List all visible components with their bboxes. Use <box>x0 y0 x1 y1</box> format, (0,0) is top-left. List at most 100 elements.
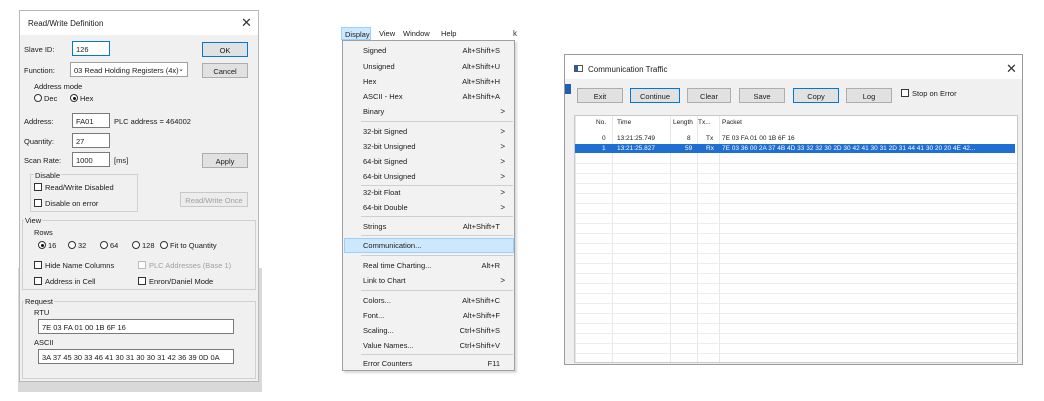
table-row[interactable]: 0 13:21:25.749 8 Tx 7E 03 FA 01 00 1B 6F… <box>575 134 1015 143</box>
close-icon[interactable]: ✕ <box>1006 61 1017 77</box>
log-button[interactable]: Log <box>846 88 892 103</box>
menu-window[interactable]: Window <box>403 29 430 38</box>
slave-id-input[interactable]: 126 <box>72 41 110 56</box>
row-no: 1 <box>602 145 606 152</box>
menu-item-scaling[interactable]: Scaling... Ctrl+Shift+S <box>343 323 514 337</box>
menu-item-shortcut: Alt+Shift+T <box>462 222 500 231</box>
column-header-direction[interactable]: Tx... <box>698 119 711 126</box>
column-header-time[interactable]: Time <box>617 119 631 126</box>
menu-item-label: ASCII - Hex <box>363 92 403 101</box>
menu-item-label: Link to Chart <box>363 276 406 285</box>
dec-radio[interactable]: Dec <box>34 94 57 103</box>
radio-icon <box>160 241 168 249</box>
rows-fit-label: Fit to Quantity <box>170 241 217 250</box>
read-write-once-button[interactable]: Read/Write Once <box>180 192 248 207</box>
grid-line <box>719 116 720 362</box>
continue-button[interactable]: Continue <box>630 88 680 103</box>
menu-item-ascii-hex[interactable]: ASCII - Hex Alt+Shift+A <box>343 89 514 103</box>
grid-line <box>575 243 1017 244</box>
menu-separator <box>361 235 513 236</box>
menu-item-value-names[interactable]: Value Names... Ctrl+Shift+V <box>343 338 514 352</box>
clear-button[interactable]: Clear <box>687 88 731 103</box>
menu-item-hex[interactable]: Hex Alt+Shift+H <box>343 74 514 88</box>
menu-view[interactable]: View <box>379 29 395 38</box>
copy-button[interactable]: Copy <box>793 88 839 103</box>
exit-button[interactable]: Exit <box>577 88 623 103</box>
menu-help[interactable]: Help <box>441 29 456 38</box>
menu-item-link-to-chart[interactable]: Link to Chart > <box>343 273 514 287</box>
address-input[interactable]: FA01 <box>72 113 110 128</box>
menu-item-label: Colors... <box>363 296 391 305</box>
close-icon[interactable]: ✕ <box>241 15 252 31</box>
ok-button[interactable]: OK <box>202 42 248 57</box>
menu-item-realtime-charting[interactable]: Real time Charting... Alt+R <box>343 258 514 272</box>
menu-item-error-counters[interactable]: Error Counters F11 <box>343 356 514 370</box>
menu-item-unsigned[interactable]: Unsigned Alt+Shift+U <box>343 59 514 73</box>
grid-line <box>575 283 1017 284</box>
enron-checkbox[interactable]: Enron/Daniel Mode <box>138 277 213 286</box>
table-row-selected[interactable]: 1 13:21:25.827 59 Rx 7E 03 36 00 2A 37 4… <box>575 144 1015 153</box>
apply-button[interactable]: Apply <box>202 153 248 168</box>
ascii-field[interactable]: 3A 37 45 30 33 46 41 30 31 30 30 31 42 3… <box>38 349 234 364</box>
rtu-field[interactable]: 7E 03 FA 01 00 1B 6F 16 <box>38 319 234 334</box>
checkbox-icon <box>34 183 42 191</box>
radio-icon <box>100 241 108 249</box>
row-direction: Tx <box>706 135 714 142</box>
checkbox-icon <box>138 261 146 269</box>
menu-item-64bit-signed[interactable]: 64-bit Signed > <box>343 154 514 168</box>
menu-item-label: Strings <box>363 222 387 231</box>
window-title-bar[interactable]: Communication Traffic ✕ <box>565 55 1022 79</box>
function-select[interactable]: 03 Read Holding Registers (4x) ⌄ <box>70 62 188 77</box>
traffic-list[interactable]: No. Time Length Tx... Packet 0 13:21:25.… <box>574 115 1018 363</box>
stop-on-error-checkbox[interactable]: Stop on Error <box>901 89 957 98</box>
menu-item-strings[interactable]: Strings Alt+Shift+T <box>343 219 514 233</box>
chevron-right-icon: > <box>500 142 505 151</box>
cancel-button[interactable]: Cancel <box>202 63 248 78</box>
menu-separator <box>361 255 513 256</box>
menu-display[interactable]: Display <box>341 27 371 40</box>
menu-item-binary[interactable]: Binary > <box>343 104 514 118</box>
checkbox-icon <box>901 89 909 97</box>
ascii-label: ASCII <box>34 338 54 347</box>
rows-64-radio[interactable]: 64 <box>100 241 118 250</box>
hide-name-columns-checkbox[interactable]: Hide Name Columns <box>34 261 114 270</box>
address-in-cell-checkbox[interactable]: Address in Cell <box>34 277 95 286</box>
chevron-right-icon: > <box>500 127 505 136</box>
rows-16-radio[interactable]: 16 <box>38 241 56 250</box>
rows-fit-radio[interactable]: Fit to Quantity <box>160 241 217 250</box>
chevron-right-icon: > <box>500 188 505 197</box>
menu-item-32bit-unsigned[interactable]: 32-bit Unsigned > <box>343 139 514 153</box>
rows-label: Rows <box>34 228 53 237</box>
scan-rate-input[interactable]: 1000 <box>72 152 110 167</box>
grid-line <box>575 293 1017 294</box>
rows-128-radio[interactable]: 128 <box>132 241 155 250</box>
column-header-no[interactable]: No. <box>596 119 606 126</box>
rows-128-label: 128 <box>142 241 155 250</box>
menu-item-colors[interactable]: Colors... Alt+Shift+C <box>343 293 514 307</box>
rw-disabled-checkbox[interactable]: Read/Write Disabled <box>34 183 114 192</box>
rows-16-label: 16 <box>48 241 57 250</box>
menu-item-communication[interactable]: Communication... <box>343 238 514 252</box>
chevron-right-icon: > <box>500 107 505 116</box>
save-button[interactable]: Save <box>739 88 785 103</box>
menu-item-64bit-unsigned[interactable]: 64-bit Unsigned > <box>343 169 514 183</box>
rows-32-radio[interactable]: 32 <box>68 241 86 250</box>
grid-line <box>575 233 1017 234</box>
dialog-title-bar[interactable]: Read/Write Definition ✕ <box>20 11 258 35</box>
disable-on-error-checkbox[interactable]: Disable on error <box>34 199 98 208</box>
menu-item-signed[interactable]: Signed Alt+Shift+S <box>343 43 514 57</box>
menu-item-32bit-float[interactable]: 32-bit Float > <box>343 185 514 199</box>
disable-group-label: Disable <box>34 171 62 180</box>
grid-line <box>575 263 1017 264</box>
menu-item-font[interactable]: Font... Alt+Shift+F <box>343 308 514 322</box>
menu-item-64bit-double[interactable]: 64-bit Double > <box>343 200 514 214</box>
column-header-length[interactable]: Length <box>673 119 693 126</box>
menu-item-shortcut: Alt+R <box>481 261 500 270</box>
quantity-input[interactable]: 27 <box>72 133 110 148</box>
menu-item-label: 64-bit Double <box>363 203 408 212</box>
hex-radio[interactable]: Hex <box>70 94 93 103</box>
plc-addresses-checkbox[interactable]: PLC Addresses (Base 1) <box>138 261 231 270</box>
menu-item-32bit-signed[interactable]: 32-bit Signed > <box>343 124 514 138</box>
mouse-cursor-icon: k <box>513 29 517 38</box>
column-header-packet[interactable]: Packet <box>722 119 742 126</box>
